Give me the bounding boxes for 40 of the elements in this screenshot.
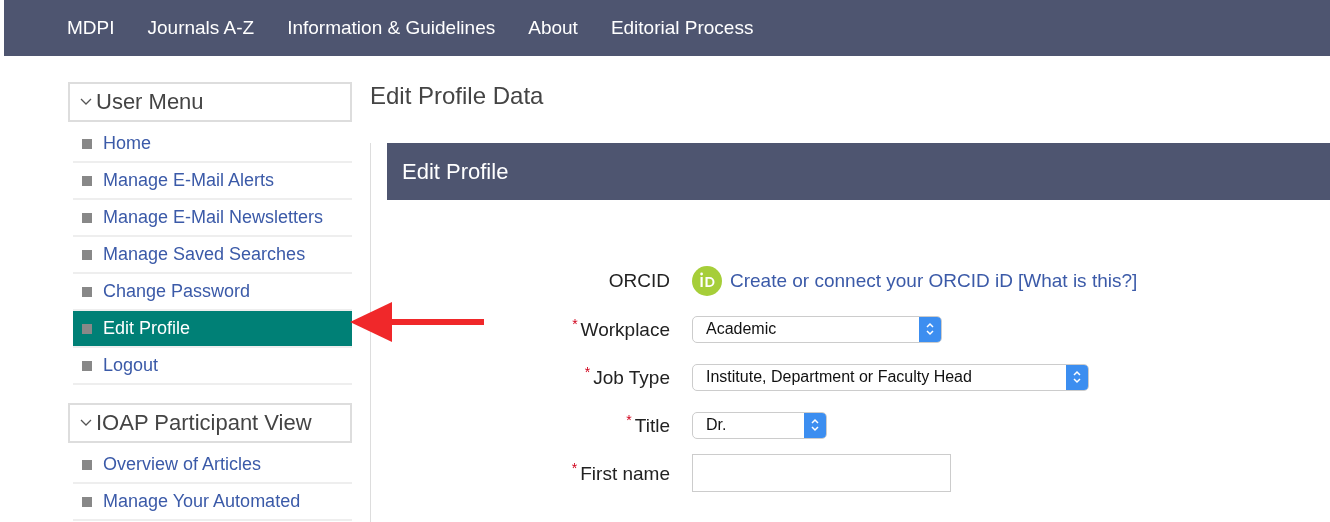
select-field[interactable]: Institute, Department or Faculty Head xyxy=(692,363,1089,391)
sidebar-item[interactable]: Manage Your Automated xyxy=(73,484,352,521)
stepper-icon xyxy=(804,412,826,438)
orcid-link[interactable]: Create or connect your ORCID iD xyxy=(730,270,1013,292)
sidebar-item[interactable]: Manage Saved Searches xyxy=(73,237,352,274)
nav-link[interactable]: About xyxy=(528,17,578,39)
stepper-icon xyxy=(919,316,941,342)
chevron-icon xyxy=(80,419,92,427)
field-label: Workplace xyxy=(580,319,670,341)
orcid-icon xyxy=(692,266,722,296)
field-label: ORCID xyxy=(608,270,670,291)
page-title: Edit Profile Data xyxy=(370,82,545,111)
select-field[interactable]: Dr. xyxy=(692,411,827,439)
required-mark: * xyxy=(572,316,578,333)
select-field[interactable]: Academic xyxy=(692,315,942,343)
required-mark: * xyxy=(584,364,591,381)
field-label: First name xyxy=(580,463,670,485)
section-title: IOAP Participant View xyxy=(96,410,312,436)
field-label: Job Type xyxy=(593,367,670,389)
help-link[interactable]: [What is this?] xyxy=(1018,270,1138,292)
sidebar-item[interactable]: Home xyxy=(73,126,352,163)
sidebar-item[interactable]: Manage E-Mail Alerts xyxy=(73,163,352,200)
section-title: User Menu xyxy=(96,89,204,115)
sidebar-item[interactable]: Edit Profile xyxy=(73,311,352,348)
nav-link[interactable]: Journals A-Z xyxy=(147,17,255,39)
required-mark: * xyxy=(626,412,632,429)
field-label: Title xyxy=(634,415,670,437)
sidebar-item[interactable]: Overview of Articles xyxy=(73,447,352,484)
sidebar-item[interactable]: Logout xyxy=(73,348,352,385)
stepper-icon xyxy=(1066,364,1088,390)
menu-section-header[interactable]: User Menu xyxy=(68,82,352,122)
menu-section-header[interactable]: IOAP Participant View xyxy=(68,403,352,443)
panel-title: Edit Profile xyxy=(402,158,509,185)
nav-link[interactable]: Information & Guidelines xyxy=(287,17,496,39)
nav-link[interactable]: MDPI xyxy=(67,17,115,39)
input-field[interactable] xyxy=(692,454,951,492)
sidebar-item[interactable]: Manage E-Mail Newsletters xyxy=(73,200,352,237)
chevron-icon xyxy=(80,98,92,106)
nav-link[interactable]: Editorial Process xyxy=(610,17,754,39)
required-mark: * xyxy=(571,460,578,477)
